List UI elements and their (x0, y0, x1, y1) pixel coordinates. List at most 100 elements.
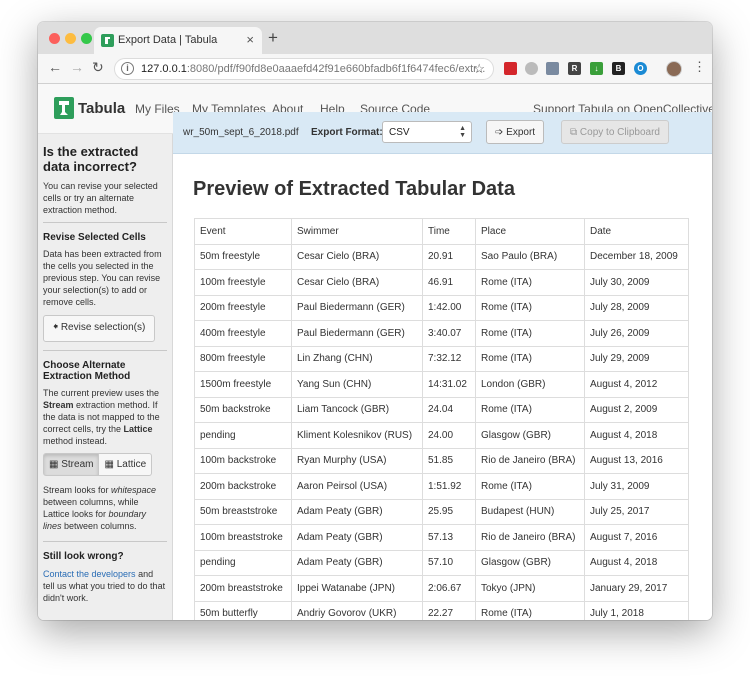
table-cell: 51.85 (422, 447, 476, 474)
extension-icon-red[interactable] (504, 62, 517, 75)
method-alt: Lattice (123, 424, 153, 434)
revise-heading: Revise Selected Cells (43, 232, 146, 243)
table-row: 50m freestyle Cesar Cielo (BRA) 20.91 Sao P… (194, 243, 689, 270)
table-cell: 1:42.00 (422, 294, 476, 321)
browser-menu-icon[interactable]: ⋮ (693, 59, 706, 75)
table-cell: July 1, 2018 (584, 600, 689, 620)
table-row: 1500m freestyle Yang Sun (CHN) 14:31.02 Lon… (194, 371, 689, 398)
pdf-filename: wr_50m_sept_6_2018.pdf (183, 127, 299, 138)
table-row: 800m freestyle Lin Zhang (CHN) 7:32.12 Rome… (194, 345, 689, 372)
extension-icon-gray[interactable] (525, 62, 538, 75)
table-cell: Rio de Janeiro (BRA) (475, 447, 585, 474)
table-cell: 57.10 (422, 549, 476, 576)
table-cell: Rome (ITA) (475, 320, 585, 347)
extension-icon-b[interactable]: B (612, 62, 625, 75)
new-tab-button[interactable]: + (268, 28, 278, 48)
contact-developers-link[interactable]: Contact the developers (43, 569, 136, 579)
table-cell: 100m freestyle (194, 269, 292, 296)
table-cell: Tokyo (JPN) (475, 575, 585, 602)
method-heading: Choose Alternate Extraction Method (43, 360, 131, 382)
table-cell: Rome (ITA) (475, 269, 585, 296)
brand-name[interactable]: Tabula (78, 100, 125, 117)
table-cell: Rome (ITA) (475, 473, 585, 500)
still-wrong-heading: Still look wrong? (43, 551, 124, 562)
table-icon: ▦ (104, 459, 117, 470)
table-cell: Sao Paulo (BRA) (475, 243, 585, 270)
table-cell: August 13, 2016 (584, 447, 689, 474)
tab-strip: Export Data | Tabula × + (38, 22, 712, 54)
back-arrow-icon[interactable]: ← (48, 59, 62, 75)
divider (43, 350, 167, 351)
info-icon[interactable]: i (121, 62, 134, 75)
table-cell: 1:51.92 (422, 473, 476, 500)
export-bar: wr_50m_sept_6_2018.pdf Export Format: CS… (173, 112, 712, 154)
export-button[interactable]: ➩ Export (486, 120, 545, 144)
table-cell: 400m freestyle (194, 320, 292, 347)
reload-icon[interactable]: ↻ (92, 59, 104, 76)
table-cell: July 26, 2009 (584, 320, 689, 347)
tab-close-icon[interactable]: × (246, 32, 254, 47)
lattice-label: Lattice (116, 459, 147, 470)
table-cell: Aaron Peirsol (USA) (291, 473, 423, 500)
table-row: 100m freestyle Cesar Cielo (BRA) 46.91 Rome… (194, 269, 689, 296)
tabula-logo-icon[interactable] (54, 97, 74, 119)
copy-to-clipboard-button[interactable]: ⧉ Copy to Clipboard (561, 120, 669, 144)
export-format-select[interactable]: CSV ▲ ▼ (382, 121, 472, 143)
data-table: Event Swimmer Time Place Date 50m freest… (194, 218, 689, 620)
table-cell: 57.13 (422, 524, 476, 551)
table-cell: July 25, 2017 (584, 498, 689, 525)
extension-icon-blue[interactable]: O (634, 62, 647, 75)
table-cell: December 18, 2009 (584, 243, 689, 270)
table-cell: Kliment Kolesnikov (RUS) (291, 422, 423, 449)
table-cell: 50m butterfly (194, 600, 292, 620)
browser-window: Export Data | Tabula × + ← → ↻ i 127.0.0… (38, 22, 712, 620)
stream-button[interactable]: ▦ Stream (43, 453, 100, 476)
export-label: Export (506, 127, 536, 138)
profile-avatar[interactable] (666, 61, 682, 77)
bookmark-star-icon[interactable]: ☆ (473, 61, 485, 77)
arrow-left-icon: 🠸 (53, 322, 61, 333)
forward-arrow-icon[interactable]: → (70, 59, 84, 75)
table-cell: 3:40.07 (422, 320, 476, 347)
sidebar-heading: Is the extracted data incorrect? (43, 144, 139, 174)
lattice-button[interactable]: ▦ Lattice (99, 453, 153, 476)
table-cell: 200m backstroke (194, 473, 292, 500)
column-header: Swimmer (291, 218, 423, 245)
table-cell: Rome (ITA) (475, 294, 585, 321)
table-cell: 14:31.02 (422, 371, 476, 398)
revise-selection-button[interactable]: 🠸 Revise selection(s) (43, 315, 156, 342)
table-cell: Adam Peaty (GBR) (291, 524, 423, 551)
main-content: Preview of Extracted Tabular Data Event … (173, 154, 712, 620)
table-cell: pending (194, 549, 292, 576)
browser-tab[interactable]: Export Data | Tabula × (94, 27, 262, 54)
explain-whitespace: whitespace (111, 485, 157, 495)
table-cell: Adam Peaty (GBR) (291, 549, 423, 576)
method-current: Stream (43, 400, 74, 410)
table-cell: 25.95 (422, 498, 476, 525)
browser-toolbar: ← → ↻ i 127.0.0.1:8080/pdf/f90fd8e0aaaef… (38, 54, 712, 84)
table-cell: 7:32.12 (422, 345, 476, 372)
table-cell: August 4, 2018 (584, 422, 689, 449)
column-header: Time (422, 218, 476, 245)
method-text-part: The current preview uses the (43, 388, 160, 398)
table-cell: Andriy Govorov (UKR) (291, 600, 423, 620)
table-cell: 46.91 (422, 269, 476, 296)
minimize-window-button[interactable] (65, 33, 76, 44)
table-row: pending Kliment Kolesnikov (RUS) 24.00 Glas… (194, 422, 689, 449)
table-cell: Rome (ITA) (475, 600, 585, 620)
table-cell: August 4, 2012 (584, 371, 689, 398)
extension-icon-bird[interactable] (546, 62, 559, 75)
table-cell: Ryan Murphy (USA) (291, 447, 423, 474)
close-window-button[interactable] (49, 33, 60, 44)
address-bar[interactable]: i 127.0.0.1:8080/pdf/f90fd8e0aaaefd42f91… (114, 58, 494, 80)
table-cell: July 31, 2009 (584, 473, 689, 500)
column-header: Date (584, 218, 689, 245)
select-arrows-icon: ▲ ▼ (459, 125, 466, 139)
extension-icon-r[interactable]: R (568, 62, 581, 75)
table-cell: July 30, 2009 (584, 269, 689, 296)
table-cell: 200m breaststroke (194, 575, 292, 602)
table-cell: July 28, 2009 (584, 294, 689, 321)
extension-icon-green[interactable]: ↓ (590, 62, 603, 75)
maximize-window-button[interactable] (81, 33, 92, 44)
table-cell: 1500m freestyle (194, 371, 292, 398)
